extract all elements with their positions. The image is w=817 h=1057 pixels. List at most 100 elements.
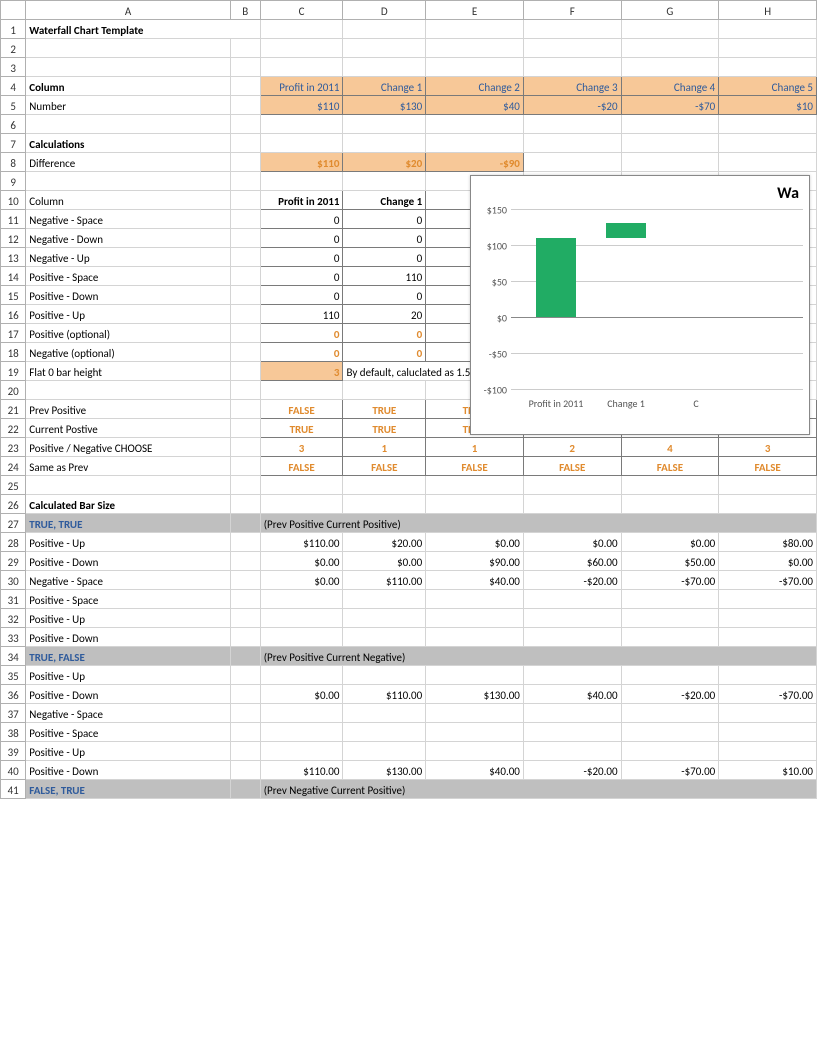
- cell[interactable]: [621, 590, 719, 609]
- cell[interactable]: [426, 742, 524, 761]
- cell[interactable]: [523, 704, 621, 723]
- cell[interactable]: [719, 666, 817, 685]
- cell[interactable]: [343, 666, 426, 685]
- cell[interactable]: -$70.00: [621, 571, 719, 590]
- col-header-C[interactable]: C: [260, 1, 343, 20]
- row-header-6[interactable]: 6: [1, 115, 26, 134]
- cell[interactable]: Change 3: [523, 77, 621, 96]
- cell[interactable]: Change 1: [343, 77, 426, 96]
- cell[interactable]: $0.00: [523, 533, 621, 552]
- cell[interactable]: [260, 666, 343, 685]
- cell[interactable]: [426, 704, 524, 723]
- row-header-39[interactable]: 39: [1, 742, 26, 761]
- cell[interactable]: FALSE: [523, 457, 621, 476]
- cell[interactable]: -$20.00: [523, 571, 621, 590]
- cell[interactable]: -$70.00: [621, 761, 719, 780]
- cell[interactable]: $110.00: [260, 761, 343, 780]
- cell[interactable]: [719, 609, 817, 628]
- row-header-40[interactable]: 40: [1, 761, 26, 780]
- cell[interactable]: 0: [260, 210, 343, 229]
- cell[interactable]: $0.00: [426, 533, 524, 552]
- cell[interactable]: [343, 723, 426, 742]
- cell[interactable]: TRUE: [260, 419, 343, 438]
- row-header-28[interactable]: 28: [1, 533, 26, 552]
- cell[interactable]: [260, 704, 343, 723]
- cell[interactable]: [719, 742, 817, 761]
- cell[interactable]: [621, 628, 719, 647]
- cell[interactable]: -$90: [426, 153, 524, 172]
- cell[interactable]: 0: [260, 248, 343, 267]
- row-header-12[interactable]: 12: [1, 229, 26, 248]
- cell[interactable]: [343, 628, 426, 647]
- cell[interactable]: [523, 609, 621, 628]
- row-header-22[interactable]: 22: [1, 419, 26, 438]
- cell[interactable]: [621, 666, 719, 685]
- cell[interactable]: $110: [260, 153, 343, 172]
- cell[interactable]: [523, 723, 621, 742]
- cell[interactable]: $40.00: [426, 571, 524, 590]
- cell[interactable]: Change 5: [719, 77, 817, 96]
- cell[interactable]: [426, 723, 524, 742]
- col-header-H[interactable]: H: [719, 1, 817, 20]
- cell[interactable]: $110.00: [343, 571, 426, 590]
- row-header-18[interactable]: 18: [1, 343, 26, 362]
- row-header-4[interactable]: 4: [1, 77, 26, 96]
- row-header-24[interactable]: 24: [1, 457, 26, 476]
- row-header-21[interactable]: 21: [1, 400, 26, 419]
- cell[interactable]: -$70.00: [719, 685, 817, 704]
- col-header-A[interactable]: A: [26, 1, 231, 20]
- cell[interactable]: [260, 628, 343, 647]
- row-header-34[interactable]: 34: [1, 647, 26, 666]
- cell[interactable]: $20.00: [343, 533, 426, 552]
- cell[interactable]: [343, 742, 426, 761]
- title-cell[interactable]: Waterfall Chart Template: [26, 20, 260, 39]
- cell[interactable]: $110.00: [343, 685, 426, 704]
- select-all-corner[interactable]: [1, 1, 26, 20]
- cell[interactable]: -$20: [523, 96, 621, 115]
- cell[interactable]: $110.00: [260, 533, 343, 552]
- cell[interactable]: 0: [260, 229, 343, 248]
- cell[interactable]: $110: [260, 96, 343, 115]
- row-header-11[interactable]: 11: [1, 210, 26, 229]
- row-header-20[interactable]: 20: [1, 381, 26, 400]
- row-header-32[interactable]: 32: [1, 609, 26, 628]
- cell[interactable]: -$20.00: [621, 685, 719, 704]
- cell[interactable]: FALSE: [260, 457, 343, 476]
- row-header-37[interactable]: 37: [1, 704, 26, 723]
- row-header-27[interactable]: 27: [1, 514, 26, 533]
- cell[interactable]: $10: [719, 96, 817, 115]
- waterfall-chart[interactable]: Wa -$100-$50$0$50$100$150Profit in 2011C…: [470, 175, 810, 435]
- cell[interactable]: FALSE: [260, 400, 343, 419]
- cell[interactable]: -$20.00: [523, 761, 621, 780]
- col-header-E[interactable]: E: [426, 1, 524, 20]
- cell[interactable]: Change 2: [426, 77, 524, 96]
- cell[interactable]: $80.00: [719, 533, 817, 552]
- cell[interactable]: Profit in 2011: [260, 77, 343, 96]
- cell[interactable]: 110: [260, 305, 343, 324]
- cell[interactable]: 0: [343, 229, 426, 248]
- row-header-8[interactable]: 8: [1, 153, 26, 172]
- row-header-10[interactable]: 10: [1, 191, 26, 210]
- cell[interactable]: $0.00: [343, 552, 426, 571]
- cell[interactable]: $130.00: [426, 685, 524, 704]
- cell[interactable]: FALSE: [719, 457, 817, 476]
- cell[interactable]: 3: [719, 438, 817, 457]
- cell[interactable]: [719, 590, 817, 609]
- row-header-30[interactable]: 30: [1, 571, 26, 590]
- cell[interactable]: [621, 704, 719, 723]
- spreadsheet-area[interactable]: A B C D E F G H 1Waterfall Chart Templat…: [0, 0, 817, 799]
- cell[interactable]: [523, 590, 621, 609]
- cell[interactable]: $40: [426, 96, 524, 115]
- cell[interactable]: $130: [343, 96, 426, 115]
- cell[interactable]: [426, 590, 524, 609]
- cell[interactable]: TRUE: [343, 419, 426, 438]
- row-header-41[interactable]: 41: [1, 780, 26, 799]
- cell[interactable]: $20: [343, 153, 426, 172]
- cell[interactable]: FALSE: [426, 457, 524, 476]
- cell[interactable]: TRUE: [343, 400, 426, 419]
- row-header-35[interactable]: 35: [1, 666, 26, 685]
- cell[interactable]: $10.00: [719, 761, 817, 780]
- cell[interactable]: $0.00: [260, 552, 343, 571]
- cell[interactable]: Profit in 2011: [260, 191, 343, 210]
- cell[interactable]: 0: [260, 267, 343, 286]
